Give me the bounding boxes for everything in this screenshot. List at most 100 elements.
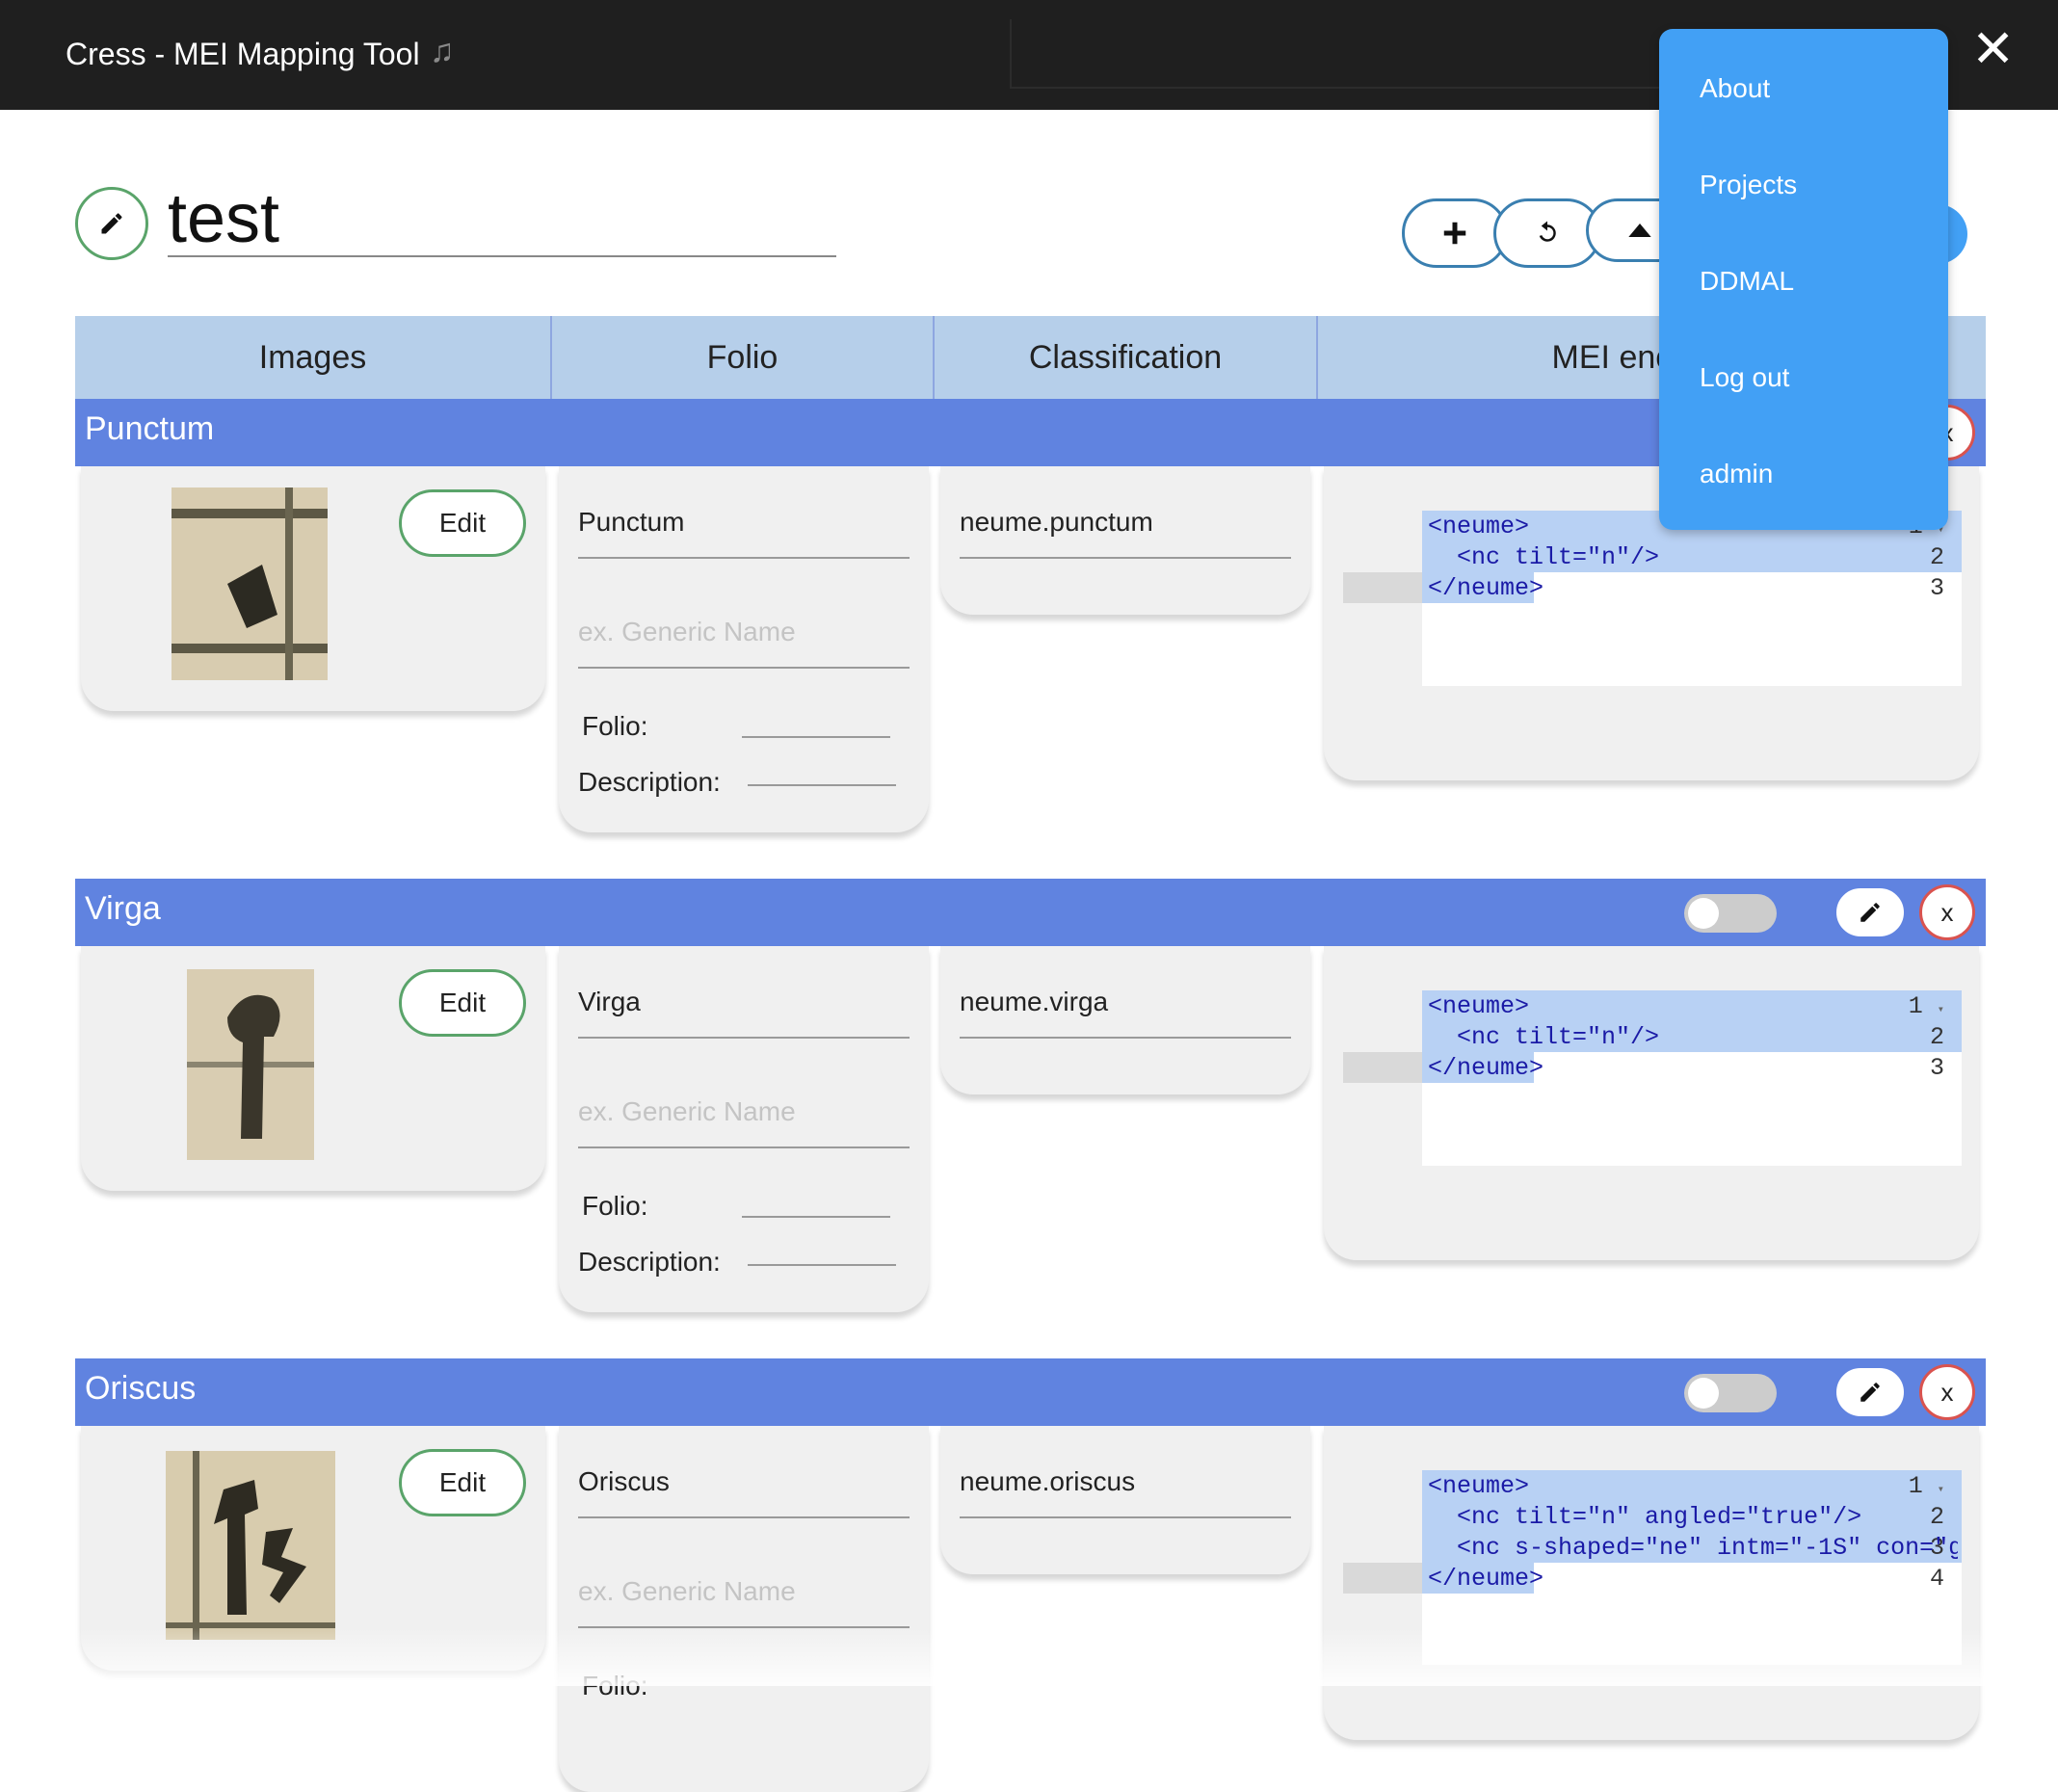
column-header-folio: Folio	[552, 316, 935, 399]
generic-name-input[interactable]: ex. Generic Name	[578, 1576, 796, 1607]
delete-entry-button[interactable]: x	[1919, 1364, 1975, 1420]
description-label: Description:	[578, 1247, 721, 1277]
code-line: <nc tilt="n"/>	[1428, 543, 1660, 571]
line-number: 3	[1929, 574, 1944, 602]
folio-input[interactable]	[742, 1216, 890, 1218]
menu-item-log-out[interactable]: Log out	[1700, 362, 1789, 393]
neume-image-oriscus	[166, 1451, 335, 1640]
classification-underline	[960, 557, 1291, 559]
name-field-underline	[578, 1037, 910, 1039]
section-bar-oriscus: Oriscus x	[75, 1358, 1986, 1426]
classification-underline	[960, 1516, 1291, 1518]
pencil-icon	[1860, 1383, 1880, 1402]
folio-card: Punctum ex. Generic Name Folio: Descript…	[559, 466, 929, 832]
neume-image-punctum	[172, 488, 328, 680]
edit-image-button[interactable]: Edit	[399, 489, 526, 557]
classification-card: neume.oriscus	[940, 1426, 1310, 1574]
edit-entry-button[interactable]	[1834, 886, 1906, 938]
plus-icon	[1443, 222, 1466, 245]
code-line: </neume>	[1428, 1565, 1544, 1593]
edit-image-button[interactable]: Edit	[399, 1449, 526, 1516]
generic-name-underline	[578, 667, 910, 669]
page-bottom-fade	[0, 1628, 2058, 1686]
name-field-underline	[578, 557, 910, 559]
name-field-underline	[578, 1516, 910, 1518]
section-title: Punctum	[85, 410, 215, 447]
pencil-icon	[101, 213, 122, 234]
folio-card: Oriscus ex. Generic Name Folio:	[559, 1426, 929, 1792]
section-title: Virga	[85, 890, 161, 927]
generic-name-input[interactable]: ex. Generic Name	[578, 1096, 796, 1127]
column-header-classification: Classification	[935, 316, 1318, 399]
toggle-knob	[1688, 898, 1719, 929]
menu-item-projects[interactable]: Projects	[1700, 170, 1797, 200]
undo-icon	[1539, 221, 1556, 242]
code-line: </neume>	[1428, 1054, 1544, 1082]
section-bar-virga: Virga x	[75, 879, 1986, 946]
folio-input[interactable]	[742, 736, 890, 738]
name-field[interactable]: Oriscus	[578, 1466, 670, 1497]
mei-code-editor[interactable]: 1 ▾ 2 3 <neume> <nc tilt="n"/> </neume>	[1343, 511, 1962, 686]
add-entry-button[interactable]	[1402, 198, 1508, 268]
visibility-toggle[interactable]	[1684, 894, 1777, 933]
section-title: Oriscus	[85, 1370, 197, 1407]
visibility-toggle[interactable]	[1684, 1374, 1777, 1412]
music-note-icon: ♫	[430, 33, 455, 69]
image-card: Edit	[81, 466, 545, 711]
classification-underline	[960, 1037, 1291, 1039]
code-line: <neume>	[1428, 992, 1530, 1020]
line-number: 1 ▾	[1908, 992, 1944, 1020]
name-field[interactable]: Punctum	[578, 507, 685, 538]
classification-field[interactable]: neume.punctum	[960, 507, 1153, 538]
description-input[interactable]	[748, 784, 896, 786]
folio-label: Folio:	[582, 711, 648, 741]
menu-item-about[interactable]: About	[1700, 73, 1770, 104]
edit-project-name-button[interactable]	[75, 187, 148, 260]
line-number: 4	[1929, 1565, 1944, 1593]
code-line: <nc s-shaped="ne" intm="-1S" con="g"	[1428, 1534, 1958, 1562]
generic-name-input[interactable]: ex. Generic Name	[578, 617, 796, 647]
line-number: 3	[1929, 1054, 1944, 1082]
mei-code-editor[interactable]: 1 ▾ 2 3 <neume> <nc tilt="n"/> </neume>	[1343, 990, 1962, 1166]
caret-up-icon	[1628, 224, 1651, 237]
mei-encoding-card: 1 ▾ 2 3 4 <neume> <nc tilt="n" angled="t…	[1324, 1426, 1979, 1740]
image-card: Edit	[81, 946, 545, 1191]
toggle-knob	[1688, 1378, 1719, 1409]
folio-label: Folio:	[582, 1191, 648, 1221]
generic-name-underline	[578, 1146, 910, 1148]
column-header-images: Images	[75, 316, 552, 399]
classification-card: neume.punctum	[940, 466, 1310, 615]
pencil-icon	[1860, 903, 1880, 922]
classification-card: neume.virga	[940, 946, 1310, 1094]
line-number: 2	[1929, 1023, 1944, 1051]
close-menu-icon[interactable]: ✕	[1971, 23, 2015, 75]
description-input[interactable]	[748, 1264, 896, 1266]
description-label: Description:	[578, 767, 721, 797]
app-title: Cress - MEI Mapping Tool	[66, 37, 420, 71]
line-number: 1 ▾	[1908, 1472, 1944, 1500]
menu-item-ddmal[interactable]: DDMAL	[1700, 266, 1794, 297]
code-line: <neume>	[1428, 1472, 1530, 1500]
code-line: <nc tilt="n" angled="true"/>	[1428, 1503, 1862, 1531]
active-line-marker	[1343, 1563, 1422, 1594]
neume-image-virga	[187, 969, 314, 1160]
classification-field[interactable]: neume.virga	[960, 987, 1108, 1017]
project-title-underline	[168, 255, 836, 257]
menu-item-admin[interactable]: admin	[1700, 459, 1773, 489]
code-line: <nc tilt="n"/>	[1428, 1023, 1660, 1051]
active-line-marker	[1343, 572, 1422, 603]
mei-encoding-card: 1 ▾ 2 3 <neume> <nc tilt="n"/> </neume>	[1324, 946, 1979, 1260]
edit-entry-button[interactable]	[1834, 1366, 1906, 1418]
line-number: 2	[1929, 543, 1944, 571]
line-number: 2	[1929, 1503, 1944, 1531]
classification-field[interactable]: neume.oriscus	[960, 1466, 1135, 1497]
name-field[interactable]: Virga	[578, 987, 641, 1017]
code-line: </neume>	[1428, 574, 1544, 602]
active-line-marker	[1343, 1052, 1422, 1083]
code-line: <neume>	[1428, 513, 1530, 540]
dropdown-menu: About Projects DDMAL Log out admin	[1659, 29, 1948, 530]
edit-image-button[interactable]: Edit	[399, 969, 526, 1037]
folio-card: Virga ex. Generic Name Folio: Descriptio…	[559, 946, 929, 1312]
delete-entry-button[interactable]: x	[1919, 884, 1975, 940]
project-title[interactable]: test	[168, 179, 279, 258]
